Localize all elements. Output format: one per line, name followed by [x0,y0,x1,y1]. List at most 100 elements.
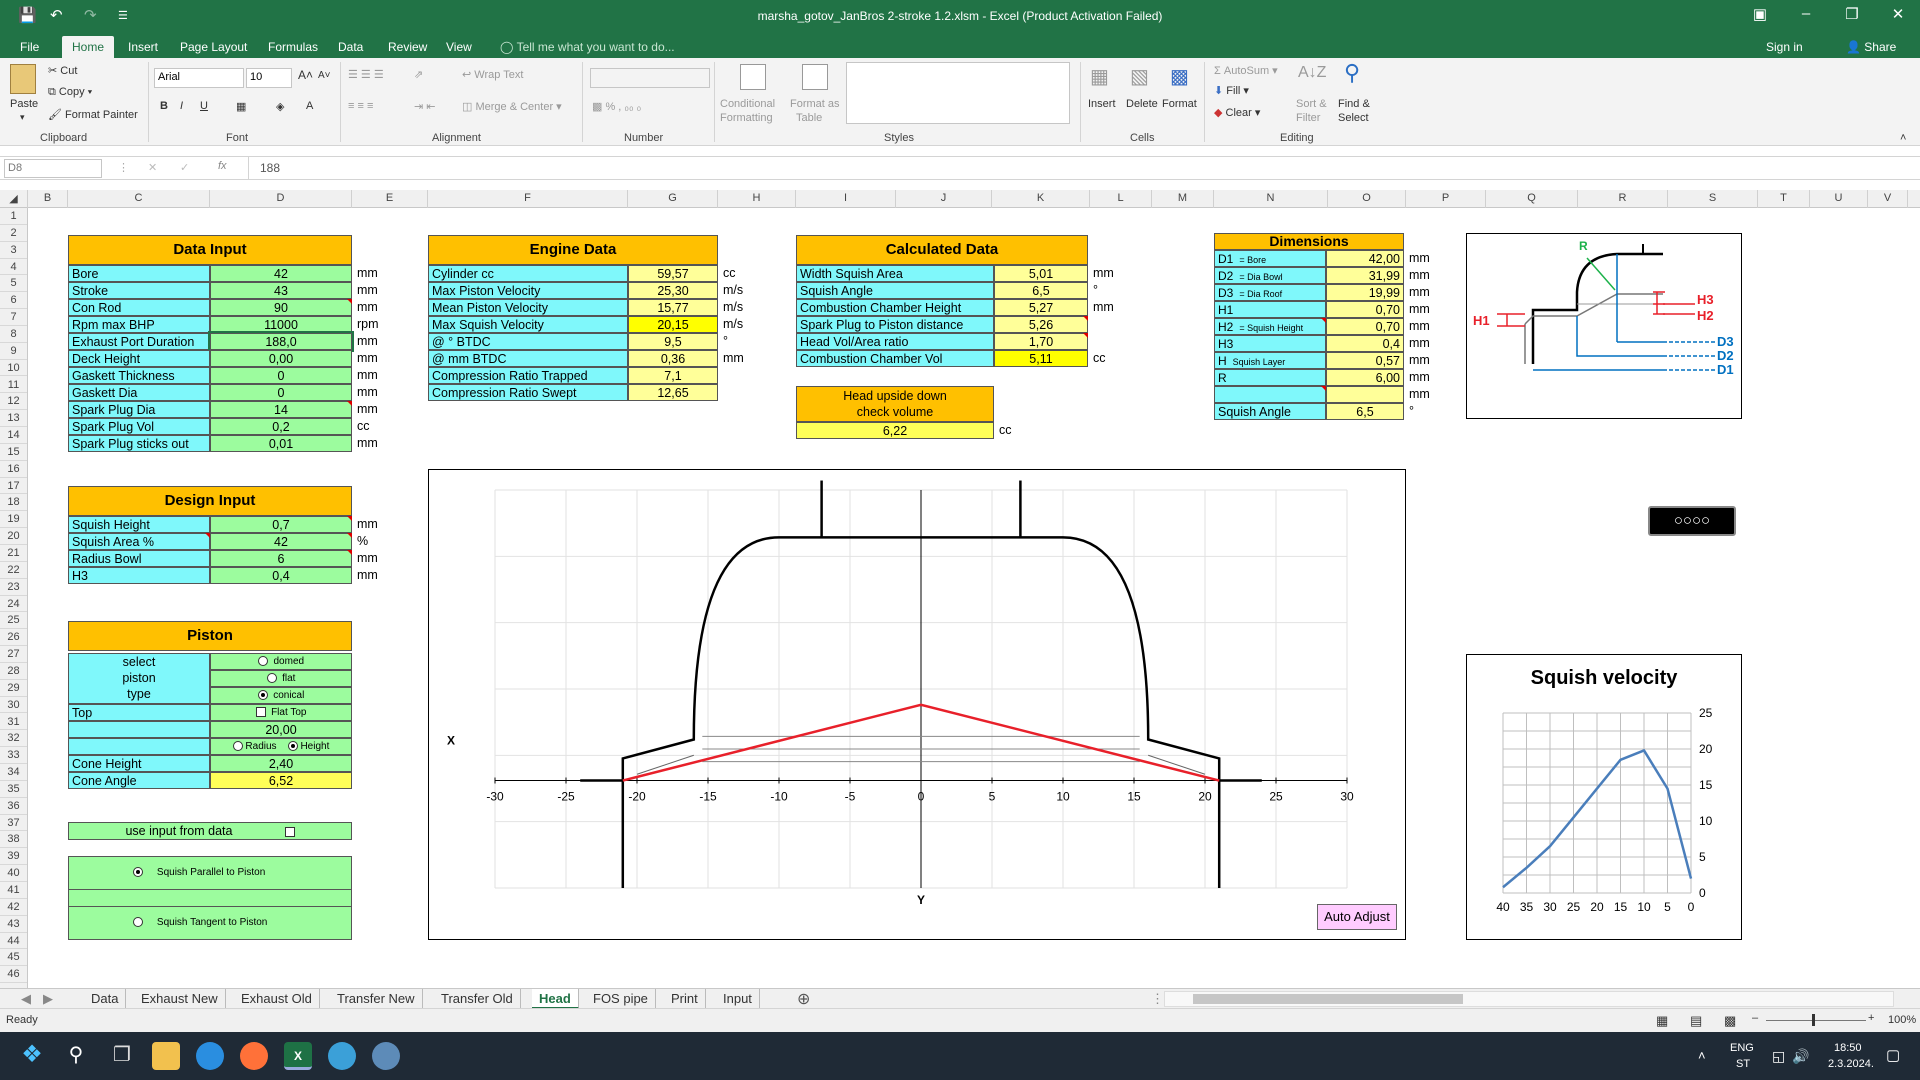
row-header[interactable]: 1 [0,208,27,225]
row-header[interactable]: 9 [0,343,27,360]
row-header[interactable]: 38 [0,831,27,849]
data-input-value[interactable]: 90 [210,299,352,316]
clear-button[interactable]: ◆ Clear ▾ [1214,106,1260,119]
sheet-tab-data[interactable]: Data [84,989,127,1009]
row-header[interactable]: 42 [0,899,27,916]
radius-height-option[interactable]: Radius Height [210,738,352,755]
horizontal-scrollbar[interactable] [1164,991,1894,1007]
row-header[interactable]: 4 [0,259,27,276]
settings-icon[interactable] [372,1042,400,1070]
sheet-tab-transfer-new[interactable]: Transfer New [330,989,423,1009]
delete-cells-button[interactable]: Delete [1126,98,1158,110]
page-break-view-icon[interactable]: ▩ [1724,1013,1736,1029]
comment-indicator[interactable] [1083,316,1088,321]
design-input-value[interactable]: 6 [210,550,352,567]
row-header[interactable]: 25 [0,612,27,630]
row-header[interactable]: 45 [0,949,27,967]
conditional-formatting-button[interactable]: Conditional [720,98,775,110]
format-cells-icon[interactable]: ▩ [1170,64,1189,89]
radio-domed[interactable] [257,656,268,667]
scroll-tabs-right-icon[interactable]: ▶ [36,989,60,1009]
paste-icon[interactable] [10,64,36,94]
autosum-button[interactable]: Σ AutoSum ▾ [1214,64,1278,77]
format-as-table-icon[interactable] [802,64,828,90]
ribbon-display-icon[interactable]: ▣ [1740,5,1780,23]
row-header[interactable]: 21 [0,545,27,562]
file-explorer-icon[interactable] [152,1042,180,1070]
delete-cells-icon[interactable]: ▧ [1130,64,1149,89]
row-header[interactable]: 32 [0,730,27,748]
cc-license-badge[interactable]: ○○○○ [1648,506,1736,536]
squish-tangent-option[interactable]: Squish Tangent to Piston [68,906,352,940]
clock-date[interactable]: 2.3.2024. [1828,1058,1874,1070]
format-cells-button[interactable]: Format [1162,98,1197,110]
row-header[interactable]: 22 [0,562,27,579]
paste-dropdown-icon[interactable]: ▾ [20,112,25,123]
column-header[interactable]: O [1328,190,1406,208]
sheet-tab-input[interactable]: Input [716,989,760,1009]
row-header[interactable]: 16 [0,461,27,478]
tab-file[interactable]: File [10,36,49,58]
option-flat[interactable]: flat [210,670,352,687]
column-header[interactable]: P [1406,190,1486,208]
sheet-tab-exhaust-old[interactable]: Exhaust Old [234,989,320,1009]
close-icon[interactable]: ✕ [1878,5,1918,23]
accounting-icon[interactable]: ▩ % , ₀₀ ₀ [592,100,641,113]
task-view-icon[interactable]: ❐ [108,1042,136,1070]
column-header[interactable]: E [352,190,428,208]
number-format-select[interactable] [590,68,710,88]
column-header[interactable]: U [1810,190,1868,208]
piston-value-cell[interactable]: 20,00 [210,721,352,738]
bold-icon[interactable]: B [160,100,168,112]
data-input-value[interactable]: 0,01 [210,435,352,452]
design-input-value[interactable]: 0,4 [210,567,352,584]
network-icon[interactable]: ◱ [1772,1048,1785,1065]
row-header[interactable]: 20 [0,528,27,545]
page-layout-view-icon[interactable]: ▤ [1690,1013,1702,1029]
data-input-value[interactable]: 0,00 [210,350,352,367]
flat-top-checkbox[interactable] [255,707,266,718]
search-icon[interactable]: ⚲ [62,1042,90,1070]
format-painter-button[interactable]: 🖌 Format Painter [48,108,138,121]
row-header[interactable]: 40 [0,865,27,882]
row-header[interactable]: 10 [0,360,27,377]
radio-flat[interactable] [266,673,277,684]
cell-styles-gallery[interactable] [846,62,1070,124]
font-color-icon[interactable]: A [306,100,313,112]
firefox-icon[interactable] [240,1042,268,1070]
new-sheet-icon[interactable]: ⊕ [790,987,817,1008]
radio-parallel[interactable] [133,867,143,878]
tab-review[interactable]: Review [378,36,437,58]
insert-function-icon[interactable]: fx [218,160,227,172]
start-icon[interactable]: ❖ [18,1042,46,1070]
row-header[interactable]: 13 [0,410,27,428]
squish-parallel-option[interactable]: Squish Parallel to Piston [68,856,352,890]
sign-in-link[interactable]: Sign in [1756,36,1813,58]
formula-input[interactable]: 188 [260,161,280,175]
app-icon[interactable] [328,1042,356,1070]
language-bottom[interactable]: ST [1736,1058,1750,1070]
cancel-entry-icon[interactable]: ✕ [148,161,157,174]
row-header[interactable]: 2 [0,225,27,242]
option-domed[interactable]: domed [210,653,352,670]
use-input-option[interactable]: use input from data [68,822,352,840]
data-input-value[interactable]: 188,0 [208,331,354,352]
borders-icon[interactable]: ▦ [236,100,246,113]
row-header[interactable]: 36 [0,798,27,815]
column-header[interactable]: F [428,190,628,208]
column-header[interactable]: M [1152,190,1214,208]
sort-filter-button[interactable]: Sort & [1296,98,1327,110]
row-header[interactable]: 24 [0,596,27,613]
comment-indicator[interactable] [1083,333,1088,338]
indent-icon[interactable]: ⇥ ⇤ [414,100,436,113]
comment-indicator[interactable] [1321,318,1326,323]
row-header[interactable]: 12 [0,393,27,411]
notification-icon[interactable]: ▢ [1886,1046,1900,1064]
row-header[interactable]: 14 [0,427,27,444]
row-header[interactable]: 39 [0,848,27,866]
data-input-value[interactable]: 11000 [210,316,352,333]
fill-color-icon[interactable]: ◈ [276,100,284,113]
row-header[interactable]: 28 [0,663,27,680]
use-input-checkbox[interactable] [284,826,295,837]
comment-indicator[interactable] [1321,386,1326,391]
